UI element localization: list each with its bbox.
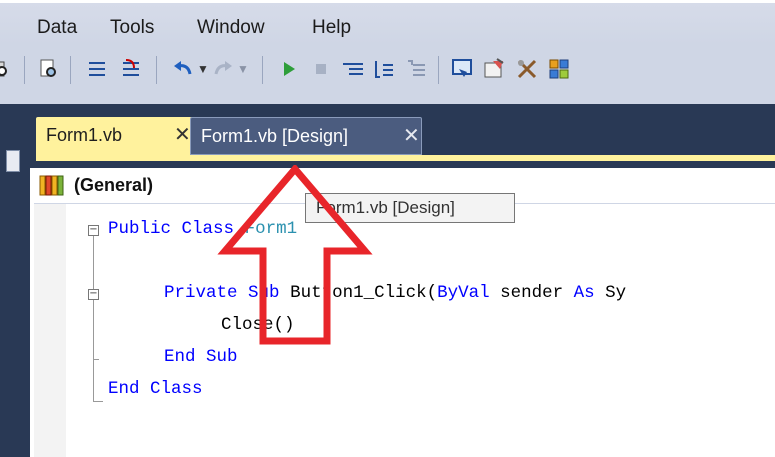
find-in-files-icon[interactable] <box>36 56 62 82</box>
toolbox-side-tab[interactable] <box>6 150 20 172</box>
properties-icon[interactable] <box>482 56 508 82</box>
step-over-icon[interactable] <box>372 56 398 82</box>
start-debug-icon[interactable] <box>276 56 302 82</box>
menu-help[interactable]: Help <box>312 17 351 39</box>
fold-guide <box>93 359 99 360</box>
toolbar-separator <box>24 56 25 84</box>
toolbar-separator <box>438 56 439 84</box>
toolbar-separator <box>262 56 263 84</box>
left-dock-panel <box>0 104 30 457</box>
keyword: Sub <box>206 347 238 367</box>
keyword: End <box>108 379 140 399</box>
editor-indicator-margin <box>34 204 66 457</box>
fold-guide <box>93 401 103 402</box>
parameter: sender <box>489 283 574 303</box>
solution-explorer-icon[interactable] <box>450 56 476 82</box>
object-browser-icon[interactable] <box>546 56 572 82</box>
toolbox-icon[interactable] <box>514 56 540 82</box>
tab-label: Form1.vb [Design] <box>201 126 349 146</box>
keyword: As <box>573 283 595 303</box>
toolbar: ▼ ▼ <box>0 44 775 104</box>
keyword: Public <box>108 219 172 239</box>
step-out-icon[interactable] <box>404 56 430 82</box>
code-line: End Sub <box>164 346 238 368</box>
close-icon[interactable]: ✕ <box>403 118 420 154</box>
menu-tools[interactable]: Tools <box>110 17 154 39</box>
collapse-icon[interactable]: − <box>88 225 99 236</box>
active-tab-underline <box>36 155 775 161</box>
keyword: ByVal <box>437 283 490 303</box>
menu-window[interactable]: Window <box>197 17 265 39</box>
toolbar-separator <box>70 56 71 84</box>
type-name: Sy <box>594 283 627 303</box>
step-into-icon[interactable] <box>340 56 366 82</box>
fold-guide <box>93 236 94 401</box>
nav-label: (General) <box>74 175 154 195</box>
uncomment-lines-icon[interactable] <box>118 56 144 82</box>
toolbar-separator <box>156 56 157 84</box>
collapse-icon[interactable]: − <box>88 289 99 300</box>
comment-lines-icon[interactable] <box>84 56 110 82</box>
close-icon[interactable]: ✕ <box>174 117 191 153</box>
redo-dropdown-icon[interactable]: ▼ <box>230 56 256 82</box>
tab-form1-vb-design[interactable]: Form1.vb [Design] ✕ <box>190 117 422 155</box>
keyword: Class <box>150 379 203 399</box>
books-icon <box>39 175 64 196</box>
document-tab-strip: Form1.vb ✕ Form1.vb [Design] ✕ <box>30 104 775 168</box>
tab-label: Form1.vb <box>46 125 123 145</box>
stop-icon[interactable] <box>308 56 334 82</box>
code-editor[interactable]: − − Public Class Form1 Private Sub Butto… <box>66 204 775 457</box>
code-line: End Class <box>108 378 203 400</box>
keyword: End <box>164 347 196 367</box>
menu-bar: Data Tools Window Help <box>0 0 775 44</box>
menu-data[interactable]: Data <box>37 17 77 39</box>
find-icon[interactable] <box>0 56 12 82</box>
annotation-arrow-icon <box>217 165 373 345</box>
tab-form1-vb[interactable]: Form1.vb ✕ <box>36 117 204 155</box>
